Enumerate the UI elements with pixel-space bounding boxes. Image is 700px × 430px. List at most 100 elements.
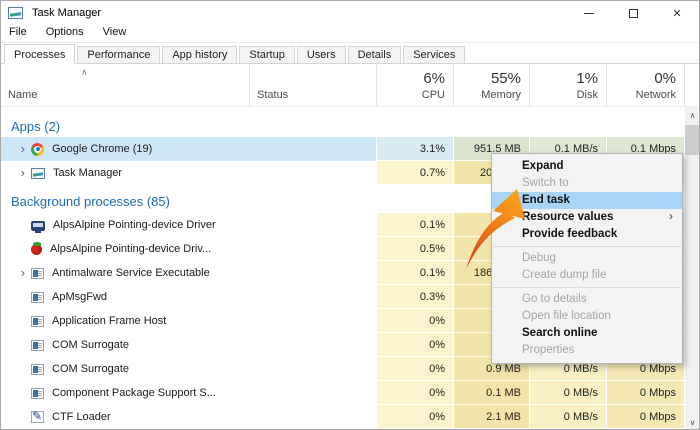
scrollbar-thumb[interactable] xyxy=(685,125,700,155)
cell-network: 0 Mbps xyxy=(606,381,684,405)
menu-item-open-file-location[interactable]: Open file location xyxy=(492,308,682,325)
cell-cpu: 0% xyxy=(376,309,453,333)
chevron-right-icon[interactable]: › xyxy=(1,162,31,184)
submenu-arrow-icon: › xyxy=(669,209,673,226)
network-total-percent: 0% xyxy=(654,70,676,87)
cell-status xyxy=(249,261,376,285)
cell-status xyxy=(249,405,376,429)
cell-status xyxy=(249,161,376,185)
disk-header-label: Disk xyxy=(577,89,598,101)
minimize-icon xyxy=(584,13,594,14)
disk-total-percent: 1% xyxy=(576,70,598,87)
callout-arrow-icon xyxy=(451,181,541,281)
cell-cpu: 0.3% xyxy=(376,285,453,309)
cell-status xyxy=(249,213,376,237)
tab-users[interactable]: Users xyxy=(297,46,346,63)
task-manager-icon xyxy=(8,7,23,19)
cell-cpu: 3.1% xyxy=(376,137,453,161)
column-header-status[interactable]: Status xyxy=(249,64,376,106)
application-icon xyxy=(31,388,44,399)
application-icon xyxy=(31,316,44,327)
cell-cpu: 0.1% xyxy=(376,213,453,237)
name-header-label: Name xyxy=(8,89,37,101)
menu-bar: File Options View xyxy=(1,25,699,43)
table-row-component-package[interactable]: Component Package Support S... 0% 0.1 MB… xyxy=(1,381,699,405)
application-icon xyxy=(31,364,44,375)
cell-cpu: 0% xyxy=(376,381,453,405)
tab-app-history[interactable]: App history xyxy=(162,46,237,63)
column-header-cpu[interactable]: 6% CPU xyxy=(376,64,453,106)
cell-status xyxy=(249,137,376,161)
cell-cpu: 0% xyxy=(376,405,453,429)
process-name: Component Package Support S... xyxy=(52,387,216,399)
menu-options[interactable]: Options xyxy=(46,26,95,41)
cell-status xyxy=(249,237,376,261)
scroll-down-button[interactable]: ∨ xyxy=(685,414,700,430)
tab-performance[interactable]: Performance xyxy=(77,46,160,63)
cell-cpu: 0% xyxy=(376,333,453,357)
close-button[interactable]: ✕ xyxy=(655,1,699,25)
cell-status xyxy=(249,333,376,357)
cell-cpu: 0.1% xyxy=(376,261,453,285)
menu-view[interactable]: View xyxy=(103,26,138,41)
cell-memory: 0.1 MB xyxy=(453,381,529,405)
pen-icon xyxy=(31,411,44,423)
process-name: CTF Loader xyxy=(52,411,111,423)
process-name: COM Surrogate xyxy=(52,363,129,375)
process-name: AlpsAlpine Pointing-device Driver xyxy=(53,219,216,231)
cell-status xyxy=(249,309,376,333)
process-name: ApMsgFwd xyxy=(52,291,107,303)
cell-network: 0 Mbps xyxy=(606,405,684,429)
table-row-ctf-loader[interactable]: CTF Loader 0% 2.1 MB 0 MB/s 0 Mbps xyxy=(1,405,699,429)
cell-status xyxy=(249,381,376,405)
chevron-right-icon[interactable]: › xyxy=(1,138,31,160)
tab-strip: Processes Performance App history Startu… xyxy=(1,43,699,64)
menu-item-go-to-details[interactable]: Go to details xyxy=(492,291,682,308)
tab-processes[interactable]: Processes xyxy=(4,44,75,64)
vertical-scrollbar[interactable]: ∧ ∨ xyxy=(685,107,700,430)
column-header-network[interactable]: 0% Network xyxy=(606,64,684,106)
network-header-label: Network xyxy=(636,89,676,101)
cell-cpu: 0% xyxy=(376,357,453,381)
cell-cpu: 0.7% xyxy=(376,161,453,185)
memory-header-label: Memory xyxy=(481,89,521,101)
scroll-up-button[interactable]: ∧ xyxy=(685,107,700,123)
application-icon xyxy=(31,340,44,351)
application-icon xyxy=(31,292,44,303)
cell-disk: 0 MB/s xyxy=(529,381,606,405)
menu-item-expand[interactable]: Expand xyxy=(492,158,682,175)
chrome-icon xyxy=(31,143,44,156)
menu-item-search-online[interactable]: Search online xyxy=(492,325,682,342)
tab-details[interactable]: Details xyxy=(348,46,402,63)
chevron-right-icon[interactable]: › xyxy=(1,262,31,284)
process-name: COM Surrogate xyxy=(52,339,129,351)
column-header-disk[interactable]: 1% Disk xyxy=(529,64,606,106)
process-name: Task Manager xyxy=(53,167,122,179)
column-header-memory[interactable]: 55% Memory xyxy=(453,64,529,106)
monitor-icon xyxy=(31,221,45,231)
sort-ascending-icon: ∧ xyxy=(81,67,88,78)
tab-startup[interactable]: Startup xyxy=(239,46,294,63)
status-header-label: Status xyxy=(257,89,288,101)
cell-status xyxy=(249,285,376,309)
column-header-name[interactable]: ∧ Name xyxy=(1,64,249,106)
cell-disk: 0 MB/s xyxy=(529,405,606,429)
minimize-button[interactable] xyxy=(567,1,611,25)
cell-memory: 2.1 MB xyxy=(453,405,529,429)
group-header-apps[interactable]: Apps (2) xyxy=(1,115,699,137)
process-name: Google Chrome (19) xyxy=(52,143,152,155)
maximize-icon xyxy=(629,9,638,18)
task-manager-window: Task Manager ✕ File Options View Process… xyxy=(0,0,700,430)
process-name: Application Frame Host xyxy=(52,315,166,327)
cell-cpu: 0.5% xyxy=(376,237,453,261)
menu-file[interactable]: File xyxy=(9,26,38,41)
maximize-button[interactable] xyxy=(611,1,655,25)
menu-item-properties[interactable]: Properties xyxy=(492,342,682,359)
process-name: AlpsAlpine Pointing-device Driv... xyxy=(50,243,211,255)
cpu-header-label: CPU xyxy=(422,89,445,101)
tab-services[interactable]: Services xyxy=(403,46,465,63)
application-icon xyxy=(31,268,44,279)
column-header-row: ∧ Name Status 6% CPU 55% Memory 1% Disk … xyxy=(1,64,699,107)
task-manager-icon xyxy=(31,168,45,179)
process-name: Antimalware Service Executable xyxy=(52,267,210,279)
